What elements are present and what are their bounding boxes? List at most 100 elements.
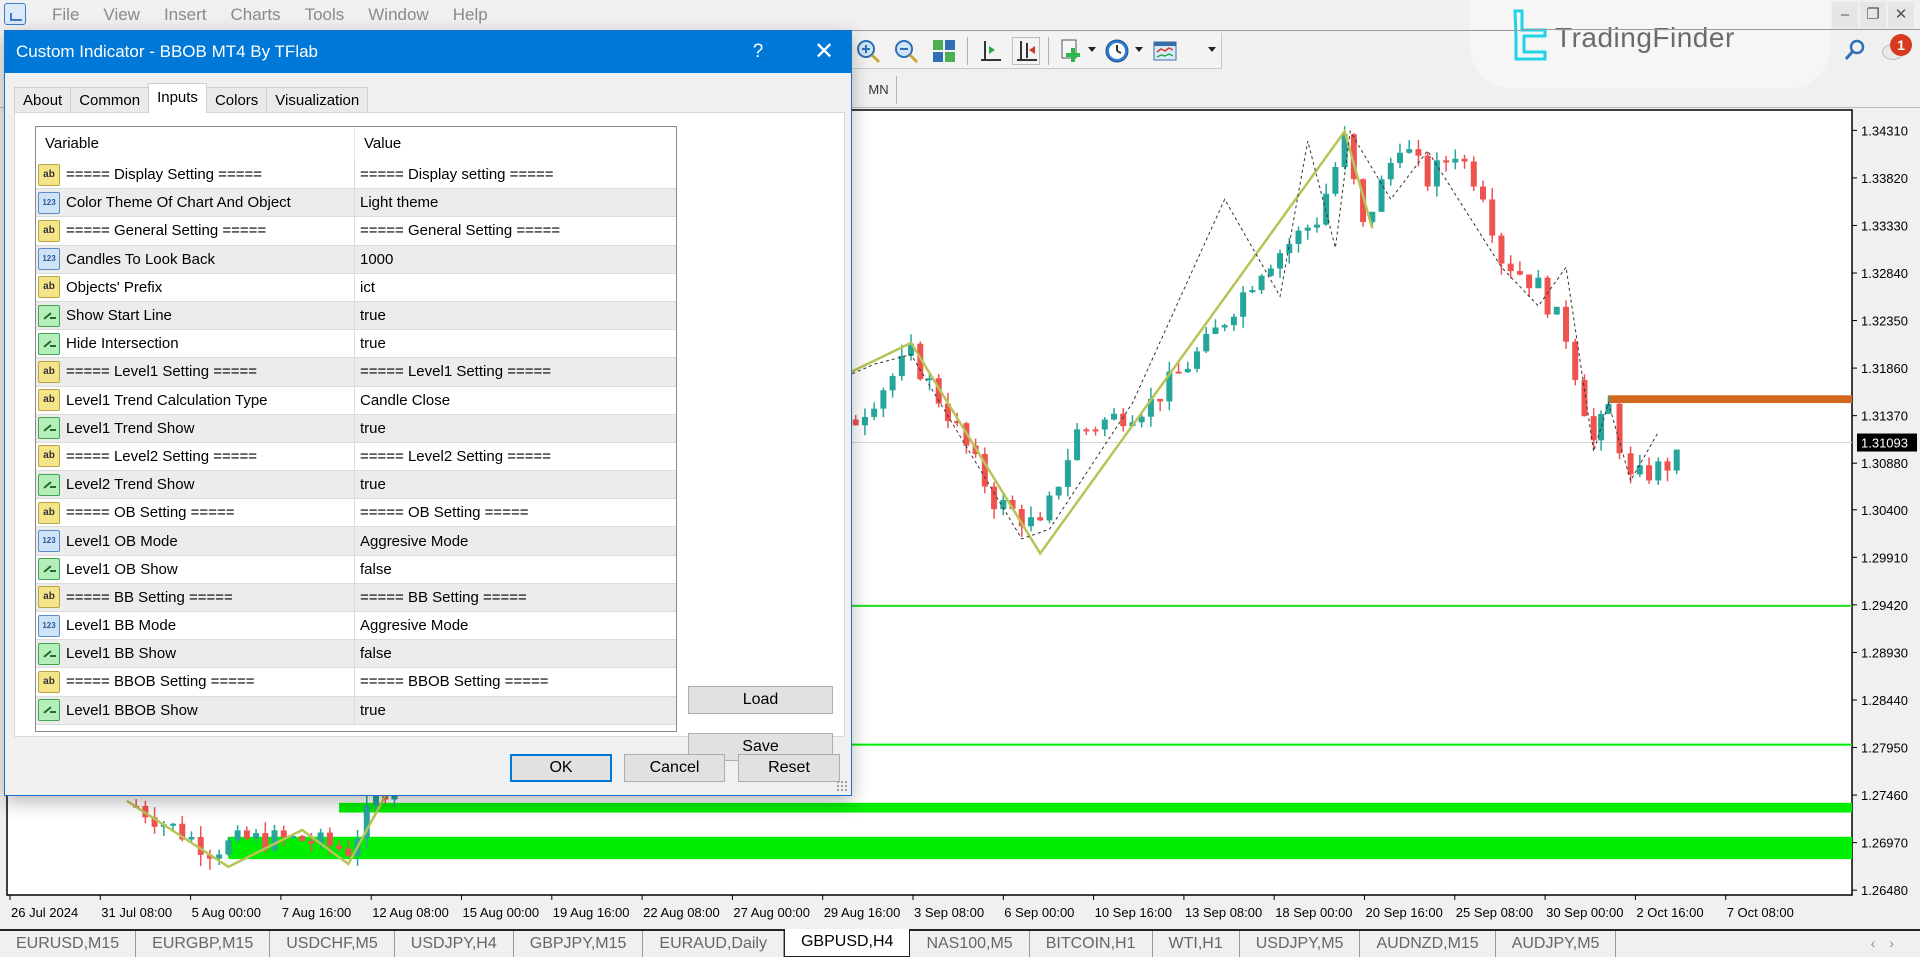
symbol-tab[interactable]: EURUSD,M15 xyxy=(0,931,137,957)
value-cell[interactable]: ===== Display setting ===== xyxy=(355,161,676,188)
minimize-button[interactable]: – xyxy=(1832,2,1858,28)
menu-charts[interactable]: Charts xyxy=(218,5,292,25)
value-cell[interactable]: ===== BBOB Setting ===== xyxy=(355,668,676,695)
column-header-value[interactable]: Value xyxy=(355,127,401,161)
variable-cell[interactable]: Hide Intersection xyxy=(36,330,355,358)
symbol-tab[interactable]: AUDJPY,M5 xyxy=(1496,931,1617,957)
input-row[interactable]: ab Level1 Trend Calculation Type Candle Cl… xyxy=(36,386,676,415)
tile-windows-icon[interactable] xyxy=(930,37,958,65)
indicators-dropdown-caret[interactable] xyxy=(1088,47,1096,52)
input-row[interactable]: 123 Level1 BB Mode Aggresive Mode xyxy=(36,612,676,641)
tab-scroll-arrows[interactable]: ‹› xyxy=(1871,935,1908,951)
autoscroll-icon[interactable] xyxy=(1012,37,1040,65)
scroll-left-icon[interactable]: ‹ xyxy=(1871,935,1890,951)
input-row[interactable]: Level1 Trend Show true xyxy=(36,414,676,443)
input-row[interactable]: Level1 BBOB Show true xyxy=(36,696,676,725)
input-row[interactable]: ab ===== BB Setting ===== ===== BB Setting… xyxy=(36,583,676,612)
symbol-tab[interactable]: WTI,H1 xyxy=(1153,931,1240,957)
value-cell[interactable]: false xyxy=(355,640,676,667)
dialog-title-bar[interactable]: Custom Indicator - BBOB MT4 By TFlab ? ✕ xyxy=(5,31,851,73)
input-row[interactable]: Level1 BB Show false xyxy=(36,640,676,669)
symbol-tab[interactable]: USDJPY,M5 xyxy=(1240,931,1361,957)
templates-icon[interactable] xyxy=(1151,37,1179,65)
scroll-right-icon[interactable]: › xyxy=(1889,935,1908,951)
templates-dropdown-caret[interactable] xyxy=(1208,47,1216,52)
variable-cell[interactable]: ab Level1 Trend Calculation Type xyxy=(36,386,355,414)
restore-button[interactable]: ❐ xyxy=(1860,2,1886,28)
symbol-tab[interactable]: GBPUSD,H4 xyxy=(783,929,911,957)
symbol-tab[interactable]: AUDNZD,M15 xyxy=(1360,931,1496,957)
input-row[interactable]: ab ===== General Setting ===== ===== Gener… xyxy=(36,217,676,246)
column-header-variable[interactable]: Variable xyxy=(36,127,355,161)
variable-cell[interactable]: 123 Color Theme Of Chart And Object xyxy=(36,189,355,217)
input-row[interactable]: Show Start Line true xyxy=(36,301,676,331)
value-cell[interactable]: Light theme xyxy=(355,189,676,216)
indicators-icon[interactable] xyxy=(1058,37,1086,65)
menu-window[interactable]: Window xyxy=(356,5,440,25)
variable-cell[interactable]: ab ===== BBOB Setting ===== xyxy=(36,668,355,696)
input-row[interactable]: 123 Candles To Look Back 1000 xyxy=(36,245,676,274)
input-row[interactable]: 123 Level1 OB Mode Aggresive Mode xyxy=(36,527,676,556)
menu-help[interactable]: Help xyxy=(441,5,500,25)
close-window-button[interactable]: ✕ xyxy=(1888,2,1914,28)
value-cell[interactable]: Candle Close xyxy=(355,387,676,414)
close-dialog-button[interactable]: ✕ xyxy=(805,37,843,67)
variable-cell[interactable]: 123 Level1 OB Mode xyxy=(36,527,355,555)
variable-cell[interactable]: ab ===== OB Setting ===== xyxy=(36,499,355,527)
symbol-tab[interactable]: EURGBP,M15 xyxy=(136,931,271,957)
value-cell[interactable]: true xyxy=(355,415,676,442)
symbol-tab[interactable]: USDCHF,M5 xyxy=(270,931,395,957)
variable-cell[interactable]: Level1 BBOB Show xyxy=(36,696,355,724)
value-cell[interactable]: ===== BB Setting ===== xyxy=(355,584,676,611)
variable-cell[interactable]: Level1 Trend Show xyxy=(36,414,355,442)
tab-common[interactable]: Common xyxy=(70,87,150,113)
symbol-tab[interactable]: EURAUD,Daily xyxy=(643,931,784,957)
variable-cell[interactable]: Level2 Trend Show xyxy=(36,471,355,499)
cancel-button[interactable]: Cancel xyxy=(624,754,725,782)
variable-cell[interactable]: ab ===== Display Setting ===== xyxy=(36,161,355,189)
input-row[interactable]: ab Objects' Prefix ict xyxy=(36,273,676,302)
value-cell[interactable]: true xyxy=(355,330,676,357)
menu-view[interactable]: View xyxy=(91,5,152,25)
value-cell[interactable]: ===== General Setting ===== xyxy=(355,217,676,244)
input-row[interactable]: Hide Intersection true xyxy=(36,330,676,359)
tab-colors[interactable]: Colors xyxy=(205,87,268,113)
load-button[interactable]: Load xyxy=(688,686,833,714)
variable-cell[interactable]: ab ===== Level1 Setting ===== xyxy=(36,358,355,386)
symbol-tab[interactable]: NAS100,M5 xyxy=(910,931,1030,957)
variable-cell[interactable]: Level1 OB Show xyxy=(36,555,355,583)
resize-grip[interactable] xyxy=(836,780,848,792)
value-cell[interactable]: true xyxy=(355,302,676,329)
value-cell[interactable]: Aggresive Mode xyxy=(355,527,676,554)
input-row[interactable]: ab ===== Display Setting ===== ===== Displ… xyxy=(36,161,676,190)
value-cell[interactable]: true xyxy=(355,471,676,498)
menu-tools[interactable]: Tools xyxy=(293,5,357,25)
input-row[interactable]: ab ===== BBOB Setting ===== ===== BBOB Set… xyxy=(36,668,676,697)
periods-dropdown-caret[interactable] xyxy=(1135,47,1143,52)
input-row[interactable]: 123 Color Theme Of Chart And Object Light … xyxy=(36,189,676,218)
help-button[interactable]: ? xyxy=(743,39,773,65)
variable-cell[interactable]: ab ===== BB Setting ===== xyxy=(36,583,355,611)
notifications-button[interactable]: 1 xyxy=(1882,34,1914,62)
variable-cell[interactable]: ab Objects' Prefix xyxy=(36,273,355,301)
variable-cell[interactable]: ab ===== Level2 Setting ===== xyxy=(36,442,355,471)
period-tab-mn[interactable]: MN xyxy=(861,76,897,104)
symbol-tab[interactable]: BITCOIN,H1 xyxy=(1030,931,1153,957)
input-row[interactable]: ab ===== Level1 Setting ===== ===== Level1… xyxy=(36,358,676,387)
variable-cell[interactable]: Level1 BB Show xyxy=(36,640,355,668)
tab-about[interactable]: About xyxy=(14,87,72,113)
value-cell[interactable]: Aggresive Mode xyxy=(355,612,676,639)
input-row[interactable]: Level2 Trend Show true xyxy=(36,471,676,500)
periods-icon[interactable] xyxy=(1103,37,1131,65)
menu-file[interactable]: File xyxy=(40,5,91,25)
value-cell[interactable]: true xyxy=(355,697,676,724)
symbol-tab[interactable]: GBPJPY,M15 xyxy=(514,931,644,957)
input-row[interactable]: ab ===== OB Setting ===== ===== OB Setting… xyxy=(36,499,676,528)
variable-cell[interactable]: 123 Candles To Look Back xyxy=(36,245,355,273)
value-cell[interactable]: ict xyxy=(355,274,676,301)
variable-cell[interactable]: Show Start Line xyxy=(36,301,355,330)
value-cell[interactable]: 1000 xyxy=(355,246,676,273)
ok-button[interactable]: OK xyxy=(510,754,612,782)
symbol-tab[interactable]: USDJPY,H4 xyxy=(395,931,514,957)
search-icon[interactable] xyxy=(1843,38,1867,62)
